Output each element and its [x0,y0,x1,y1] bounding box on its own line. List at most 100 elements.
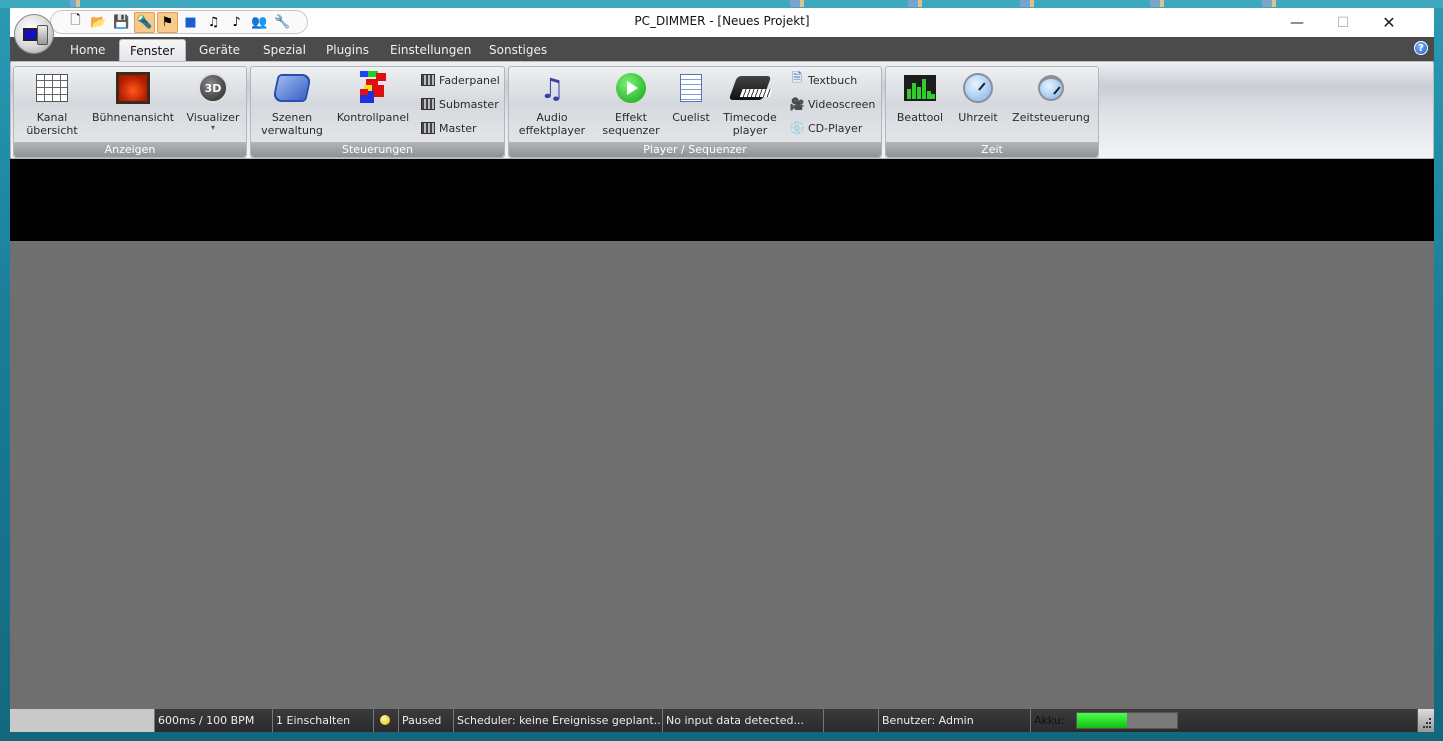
tab-plugins[interactable]: Plugins [316,39,379,61]
kontrollpanel-button[interactable]: Kontrollpanel [335,71,411,124]
minimize-button[interactable]: — [1274,8,1320,37]
status-progress-panel [10,709,154,732]
desktop-shortcut-icon[interactable] [70,0,80,7]
new-file-icon: 🗋 [70,13,81,28]
save-button[interactable]: 💾 [111,12,132,33]
tab-home[interactable]: Home [60,39,115,61]
stopwatch-icon [1038,75,1064,101]
scheduler-status: Scheduler: keine Ereignisse geplant... [453,709,662,732]
blue-square-icon: ■ [184,14,197,30]
buehnenansicht-button[interactable]: Bühnenansicht [90,71,176,124]
ribbon-tab-bar: Home Fenster Geräte Spezial Plugins Eins… [10,37,1434,61]
desktop-shortcut-icon[interactable] [1150,0,1164,7]
spotlight-icon: 🔦 [136,14,153,30]
workspace-area [10,241,1434,709]
fader-icon [421,98,435,110]
tab-sonstiges[interactable]: Sonstiges [479,39,557,61]
szenenverwaltung-button[interactable]: Szenen verwaltung [257,71,327,137]
group-anzeigen: Kanal übersicht Bühnenansicht 3D Visuali… [13,66,247,158]
maximize-button[interactable]: ☐ [1320,8,1366,37]
spotlight-button[interactable]: 🔦 [134,11,155,33]
master-button[interactable]: Master [421,119,477,137]
desktop-shortcut-icon[interactable] [1020,0,1034,7]
effektsequenzer-button[interactable]: Effekt sequenzer [595,71,667,137]
people-icon: 👥 [251,14,268,30]
3d-icon: 3D [198,73,228,103]
tab-spezial[interactable]: Spezial [253,39,316,61]
equalizer-icon [904,75,936,101]
monitor-icon [23,28,38,41]
faderpanel-button[interactable]: Faderpanel [421,71,500,89]
uhrzeit-button[interactable]: Uhrzeit [954,71,1002,124]
cdplayer-button[interactable]: 💿 CD-Player [789,119,863,137]
tab-fenster[interactable]: Fenster [119,39,186,61]
flag-button[interactable]: ⚑ [157,11,178,33]
submaster-button[interactable]: Submaster [421,95,499,113]
flag-icon: ⚑ [161,14,174,30]
open-folder-icon: 📂 [90,14,107,30]
zeitsteuerung-button[interactable]: Zeitsteuerung [1008,71,1094,124]
fader-icon [421,122,435,134]
desktop-background [0,0,1443,8]
quick-access-toolbar: 🗋 📂 💾 🔦 ⚑ ■ ♫ ♪ 👥 🔧 [50,10,308,34]
akku-label: Akku: [1030,709,1072,732]
cd-icon: 💿 [789,121,805,135]
textbuch-button[interactable]: 🗎 Textbuch [790,71,857,89]
input-status: No input data detected... [662,709,823,732]
led-indicator-icon [380,715,390,725]
keyboard-icon [728,76,772,100]
visualizer-button[interactable]: 3D Visualizer ▾ [184,71,242,132]
resize-grip[interactable] [1417,709,1434,732]
desktop-shortcut-icon[interactable] [908,0,922,7]
video-camera-icon: 🎥 [789,97,805,111]
people-button[interactable]: 👥 [249,12,270,33]
document-list-icon [680,74,702,102]
close-button[interactable]: ✕ [1366,8,1412,37]
group-zeit: Beattool Uhrzeit Zeitsteuerung Zeit [885,66,1099,158]
tab-geraete[interactable]: Geräte [189,39,250,61]
einschalten-status: 1 Einschalten [272,709,373,732]
blue-square-button[interactable]: ■ [180,12,201,33]
help-icon[interactable]: ? [1414,41,1428,55]
beattool-button[interactable]: Beattool [892,71,948,124]
audio-mute-button[interactable]: ♫ [203,12,224,33]
group-steuerungen: Szenen verwaltung Kontrollpanel Faderpan… [250,66,505,158]
wrench-button[interactable]: 🔧 [272,12,293,33]
group-label: Steuerungen [251,142,504,157]
desktop-shortcut-icon[interactable] [1262,0,1276,7]
group-label: Zeit [886,142,1098,157]
group-label: Player / Sequenzer [509,142,881,157]
application-menu-button[interactable] [14,14,54,54]
save-icon: 💾 [113,14,130,30]
audio-icon: ♪ [232,14,241,30]
akku-progress-bar [1076,712,1178,729]
play-icon [616,73,646,103]
group-label: Anzeigen [14,142,246,157]
audio-button[interactable]: ♪ [226,12,247,33]
audio-mute-icon: ♫ [207,14,220,30]
playback-state: Paused [398,709,453,732]
audioeffektplayer-button[interactable]: ♫ Audio effektplayer [515,71,589,137]
clock-icon [963,73,993,103]
timecodeplayer-button[interactable]: Timecode player [719,71,781,137]
cuelist-button[interactable]: Cuelist [669,71,713,124]
music-note-speaker-icon: ♫ [539,71,565,105]
open-folder-button[interactable]: 📂 [88,12,109,33]
color-blocks-icon [358,71,388,105]
book-icon [272,74,312,102]
kanal-uebersicht-button[interactable]: Kanal übersicht [22,71,82,137]
desktop-shortcut-icon[interactable] [790,0,804,7]
document-icon: 🗎 [791,71,803,86]
status-led [373,709,398,732]
status-bar: 600ms / 100 BPM 1 Einschalten Paused Sch… [10,709,1434,732]
group-player-sequenzer: ♫ Audio effektplayer Effekt sequenzer Cu… [508,66,882,158]
new-file-button[interactable]: 🗋 [65,12,86,33]
videoscreen-button[interactable]: 🎥 Videoscreen [789,95,876,113]
tab-einstellungen[interactable]: Einstellungen [380,39,481,61]
user-status: Benutzer: Admin [878,709,1030,732]
chevron-down-icon: ▾ [210,123,215,132]
title-bar: PC_DIMMER - [Neues Projekt] 🗋 📂 💾 🔦 ⚑ ■ ♫ ♪ 👥 🔧 —… [10,8,1434,37]
output-preview-strip [10,159,1434,241]
stage-icon [116,72,150,104]
wrench-icon: 🔧 [274,14,291,30]
